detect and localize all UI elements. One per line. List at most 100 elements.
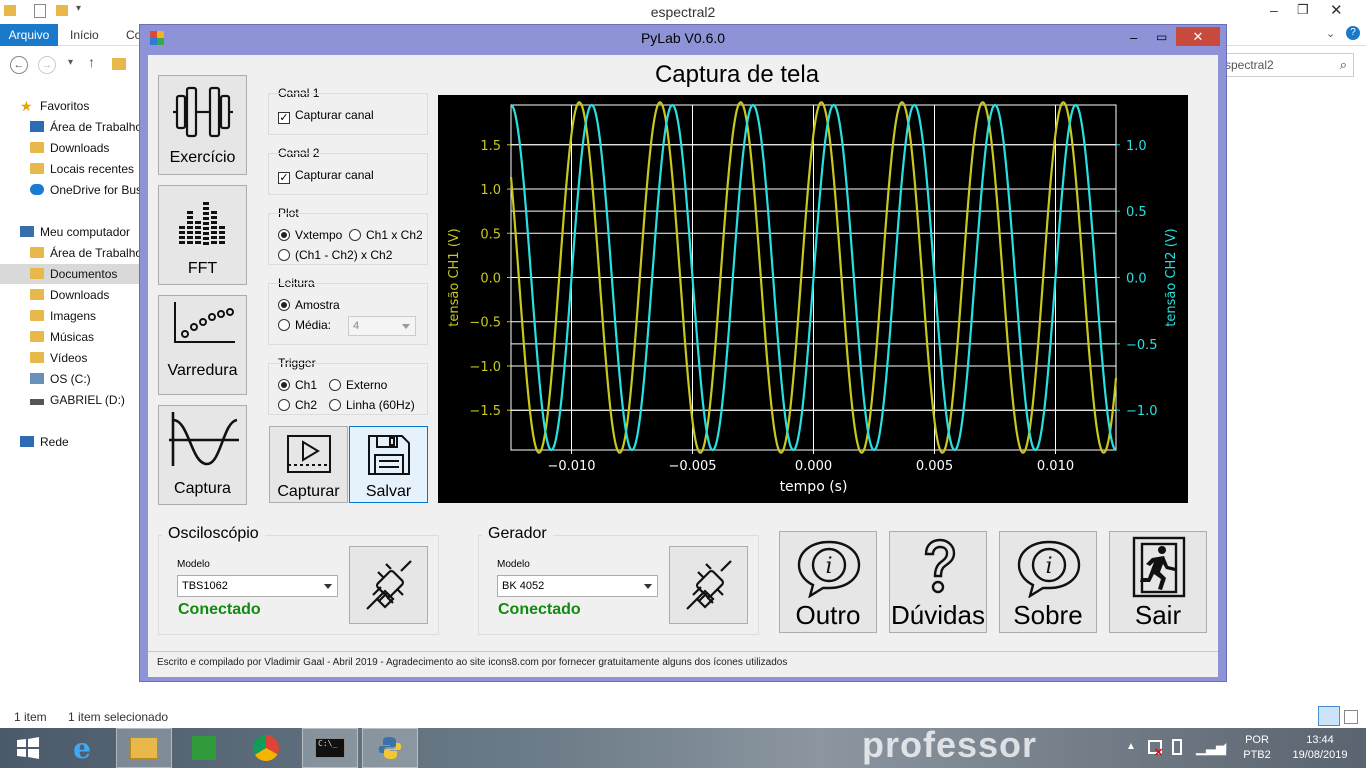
sidebar-item-documents[interactable]: Documentos (0, 264, 140, 284)
taskbar: e C:\_ professor ▲ ✕ ▁▃▅ 🔈︎ (0, 724, 1366, 768)
sidebar-item-recent[interactable]: Locais recentes (30, 159, 134, 179)
sweep-button[interactable]: Varredura (158, 295, 247, 395)
media-count-select[interactable]: 4 (348, 316, 416, 336)
taskbar-ie[interactable]: e (54, 728, 110, 768)
recent-locations-icon[interactable]: ▾ (68, 57, 73, 68)
sidebar-item-drive-c[interactable]: OS (C:) (30, 369, 91, 389)
canal1-capture-checkbox[interactable]: ✓ Capturar canal (278, 108, 374, 124)
sidebar-item-images[interactable]: Imagens (30, 306, 96, 326)
taskbar-chrome[interactable] (238, 728, 294, 768)
sidebar-item-favorites[interactable]: ★ Favoritos (20, 96, 89, 116)
status-selected: 1 item selecionado (68, 710, 169, 724)
tray-language[interactable]: POR PTB2 (1240, 733, 1274, 763)
app-close-icon[interactable]: ✕ (1176, 27, 1220, 46)
credits-text: Escrito e compilado por Vladimir Gaal - … (157, 657, 788, 668)
y-left-tick-label: 0.5 (480, 227, 501, 242)
checkbox-check-icon: ✓ (278, 172, 290, 184)
sidebar-item-network[interactable]: Rede (20, 432, 69, 452)
save-button[interactable]: Salvar (349, 426, 428, 503)
taskbar-terminal[interactable]: C:\_ (302, 728, 358, 768)
trigger-external-radio[interactable]: Externo (329, 378, 387, 392)
capture-nav-button[interactable]: Captura (158, 405, 247, 505)
restore-icon[interactable]: ❐ (1297, 2, 1309, 18)
y-right-tick-label: 1.0 (1126, 139, 1147, 154)
store-icon (192, 736, 216, 760)
taskbar-python[interactable] (362, 728, 418, 768)
search-icon[interactable]: ⌕ (1340, 54, 1347, 76)
sidebar-item-desktop2[interactable]: Área de Trabalho (30, 243, 142, 263)
fft-label: FFT (187, 260, 218, 277)
star-icon: ★ (20, 98, 33, 114)
sidebar-item-label: Locais recentes (50, 162, 135, 176)
exit-button[interactable]: Sair (1109, 531, 1207, 633)
canal1-group: ✓ Capturar canal (268, 93, 428, 135)
radio-icon (349, 229, 361, 241)
oscilloscope-connect-button[interactable] (349, 546, 428, 624)
generator-model-select[interactable]: BK 4052 (497, 575, 658, 597)
taskbar-store[interactable] (176, 728, 232, 768)
help-label: Dúvidas (891, 600, 985, 630)
app-minimize-icon[interactable]: – (1130, 25, 1137, 51)
battery-icon[interactable] (1172, 739, 1182, 755)
plug-connect-icon (366, 560, 412, 610)
forward-icon[interactable]: → (38, 56, 56, 74)
volume-icon[interactable]: 🔈︎ (1222, 738, 1230, 755)
chevron-down-icon (402, 324, 410, 329)
details-view-icon[interactable] (1318, 706, 1340, 726)
sidebar-item-music[interactable]: Músicas (30, 327, 94, 347)
sidebar-item-drive-d[interactable]: GABRIEL (D:) (30, 390, 125, 410)
about-button[interactable]: i Sobre (999, 531, 1097, 633)
generator-connect-button[interactable] (669, 546, 748, 624)
tab-file[interactable]: Arquivo (0, 24, 58, 46)
sidebar-item-computer[interactable]: Meu computador (20, 222, 130, 242)
page-title: Captura de tela (654, 61, 820, 88)
start-button[interactable] (0, 728, 56, 768)
large-icons-view-icon[interactable] (1344, 710, 1358, 724)
y-left-tick-label: 1.5 (480, 139, 501, 154)
oscilloscope-status: Conectado (178, 601, 261, 618)
sidebar-item-label: GABRIEL (D:) (50, 393, 125, 407)
other-button[interactable]: i Outro (779, 531, 877, 633)
desktop-icon (30, 121, 44, 132)
app-logo-icon (150, 31, 164, 45)
trigger-ch2-radio[interactable]: Ch2 (278, 398, 317, 412)
taskbar-explorer[interactable] (116, 728, 172, 768)
exercise-button[interactable]: Exercício (158, 75, 247, 175)
plot-vxtempo-radio[interactable]: Vxtempo (278, 228, 342, 242)
y-right-tick-label: −1.0 (1126, 404, 1158, 419)
help-icon[interactable]: ? (1346, 26, 1360, 40)
plot-diff-radio[interactable]: (Ch1 - Ch2) x Ch2 (278, 248, 392, 262)
back-icon[interactable]: ← (10, 56, 28, 74)
plot-opt2-label: Ch1 x Ch2 (366, 228, 423, 242)
canal2-capture-checkbox[interactable]: ✓ Capturar canal (278, 168, 374, 184)
x-tick-label: −0.005 (668, 459, 716, 474)
clock-time: 13:44 (1306, 734, 1334, 746)
sidebar-item-label: Meu computador (40, 225, 131, 239)
trigger-line-radio[interactable]: Linha (60Hz) (329, 398, 415, 412)
leitura-media-radio[interactable]: Média: (278, 318, 331, 332)
ribbon-expand-icon[interactable]: ⌄ (1326, 27, 1335, 40)
capture-button[interactable]: Capturar (269, 426, 348, 503)
trigger-ch1-radio[interactable]: Ch1 (278, 378, 317, 392)
close-icon[interactable]: ✕ (1330, 1, 1343, 19)
x-tick-label: 0.000 (795, 459, 832, 474)
leitura-amostra-radio[interactable]: Amostra (278, 298, 340, 312)
sidebar-item-downloads2[interactable]: Downloads (30, 285, 109, 305)
tray-expand-icon[interactable]: ▲ (1126, 741, 1136, 752)
folder-icon (30, 142, 44, 153)
help-button[interactable]: Dúvidas (889, 531, 987, 633)
fft-button[interactable]: FFT (158, 185, 247, 285)
up-icon[interactable]: ↑ (88, 54, 95, 70)
sidebar-item-downloads[interactable]: Downloads (30, 138, 109, 158)
tray-clock[interactable]: 13:44 19/08/2019 (1284, 733, 1356, 763)
sidebar-item-onedrive[interactable]: OneDrive for Bus (30, 180, 142, 200)
plot-ch1xch2-radio[interactable]: Ch1 x Ch2 (349, 228, 423, 242)
oscilloscope-model-select[interactable]: TBS1062 (177, 575, 338, 597)
tab-home[interactable]: Início (70, 24, 99, 46)
app-maximize-icon[interactable]: ▭ (1156, 24, 1167, 50)
sidebar-item-videos[interactable]: Vídeos (30, 348, 87, 368)
search-input[interactable]: spectral2 ⌕ (1222, 53, 1354, 77)
y-left-tick-label: −0.5 (469, 316, 501, 331)
sidebar-item-desktop[interactable]: Área de Trabalho (30, 117, 142, 137)
minimize-icon[interactable]: – (1270, 2, 1278, 18)
